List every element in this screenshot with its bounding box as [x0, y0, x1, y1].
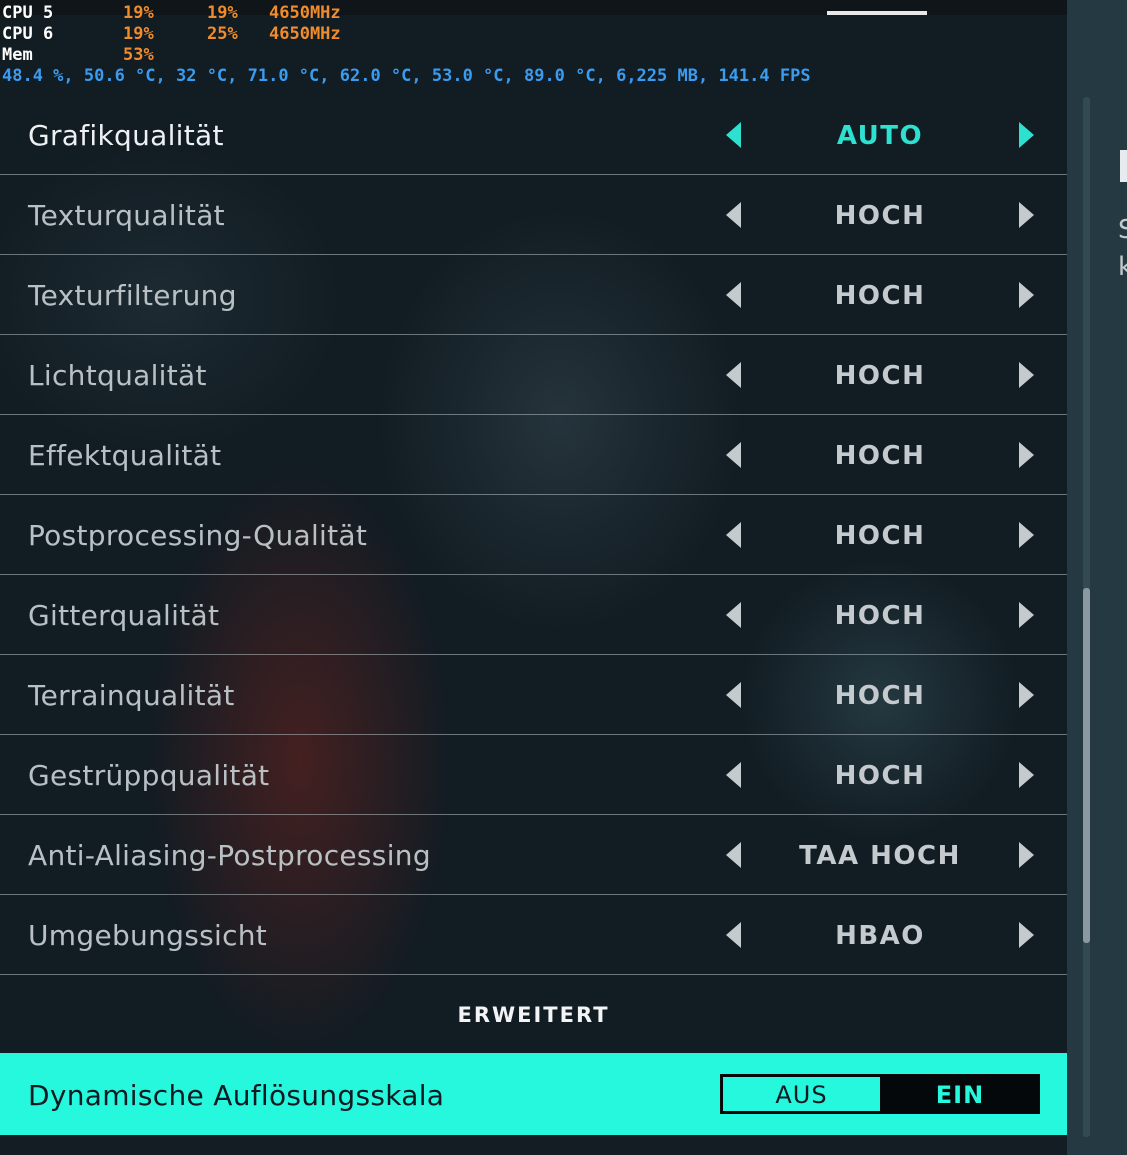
setting-row-anti-aliasing[interactable]: Anti-Aliasing-Postprocessing TAA HOCH [0, 815, 1067, 895]
toggle-option-on[interactable]: EIN [880, 1074, 1040, 1114]
setting-row-umgebungssicht[interactable]: Umgebungssicht HBAO [0, 895, 1067, 975]
setting-value: AUTO [836, 121, 924, 151]
caret-right-icon[interactable] [1019, 762, 1034, 788]
hud-value: 19% [123, 3, 154, 23]
hud-value: 53% [123, 45, 154, 65]
hud-label: CPU 6 [2, 24, 54, 44]
caret-right-icon[interactable] [1019, 682, 1034, 708]
setting-label: Lichtqualität [28, 359, 207, 392]
setting-value: HOCH [834, 441, 926, 471]
description-panel [1067, 0, 1127, 1155]
caret-right-icon[interactable] [1019, 442, 1034, 468]
setting-row-lichtqualitaet[interactable]: Lichtqualität HOCH [0, 335, 1067, 415]
setting-row-gestrueppqualitaet[interactable]: Gestrüppqualität HOCH [0, 735, 1067, 815]
hud-label: CPU 5 [2, 3, 54, 23]
panel-title-fragment [1120, 150, 1127, 182]
caret-right-icon[interactable] [1019, 362, 1034, 388]
caret-left-icon[interactable] [726, 602, 741, 628]
caret-right-icon[interactable] [1019, 522, 1034, 548]
hud-info-line: 48.4 %, 50.6 °C, 32 °C, 71.0 °C, 62.0 °C… [2, 66, 811, 86]
setting-label: Gestrüppqualität [28, 759, 270, 792]
caret-right-icon[interactable] [1019, 922, 1034, 948]
setting-label: Texturqualität [28, 199, 225, 232]
graphics-settings-list: Grafikqualität AUTO Texturqualität HOCH … [0, 95, 1067, 975]
panel-text-fragment: k [1118, 252, 1127, 282]
setting-row-postprocessing-qualitaet[interactable]: Postprocessing-Qualität HOCH [0, 495, 1067, 575]
bottom-strip [0, 1135, 1067, 1155]
caret-right-icon[interactable] [1019, 282, 1034, 308]
setting-value: HOCH [834, 521, 926, 551]
setting-value: HOCH [834, 281, 926, 311]
setting-row-dynamic-resolution[interactable]: Dynamische Auflösungsskala AUS EIN [0, 1053, 1067, 1135]
hud-value: 19% [123, 24, 154, 44]
toggle-option-off[interactable]: AUS [723, 1077, 880, 1111]
caret-left-icon[interactable] [726, 522, 741, 548]
setting-value: HOCH [834, 601, 926, 631]
caret-left-icon[interactable] [726, 762, 741, 788]
on-off-toggle[interactable]: AUS EIN [720, 1074, 1040, 1114]
setting-row-texturqualitaet[interactable]: Texturqualität HOCH [0, 175, 1067, 255]
setting-label: Effektqualität [28, 439, 222, 472]
hud-label: Mem [2, 45, 33, 65]
setting-row-texturfilterung[interactable]: Texturfilterung HOCH [0, 255, 1067, 335]
setting-value: HOCH [834, 201, 926, 231]
hud-value: 4650MHz [269, 24, 341, 44]
setting-value: TAA HOCH [799, 841, 961, 871]
caret-left-icon[interactable] [726, 202, 741, 228]
setting-label: Terrainqualität [28, 679, 235, 712]
caret-right-icon[interactable] [1019, 122, 1034, 148]
setting-label: Gitterqualität [28, 599, 220, 632]
caret-left-icon[interactable] [726, 362, 741, 388]
hud-value: 25% [207, 24, 238, 44]
performance-overlay: CPU 5 19% 19% 4650MHz CPU 6 19% 25% 4650… [0, 0, 1000, 95]
setting-value: HOCH [834, 361, 926, 391]
setting-label: Grafikqualität [28, 119, 224, 152]
setting-label: Anti-Aliasing-Postprocessing [28, 839, 431, 872]
caret-left-icon[interactable] [726, 122, 741, 148]
setting-label: Dynamische Auflösungsskala [28, 1079, 445, 1112]
setting-label: Texturfilterung [28, 279, 237, 312]
setting-row-effektqualitaet[interactable]: Effektqualität HOCH [0, 415, 1067, 495]
setting-value: HBAO [835, 921, 925, 951]
setting-value: HOCH [834, 681, 926, 711]
caret-left-icon[interactable] [726, 682, 741, 708]
caret-left-icon[interactable] [726, 282, 741, 308]
setting-label: Postprocessing-Qualität [28, 519, 368, 552]
caret-right-icon[interactable] [1019, 842, 1034, 868]
hud-value: 19% [207, 3, 238, 23]
caret-left-icon[interactable] [726, 842, 741, 868]
caret-right-icon[interactable] [1019, 202, 1034, 228]
setting-value: HOCH [834, 761, 926, 791]
scrollbar-thumb[interactable] [1083, 588, 1090, 943]
caret-left-icon[interactable] [726, 922, 741, 948]
hud-value: 4650MHz [269, 3, 341, 23]
setting-row-grafikqualitaet[interactable]: Grafikqualität AUTO [0, 95, 1067, 175]
caret-left-icon[interactable] [726, 442, 741, 468]
panel-text-fragment: S [1118, 215, 1127, 245]
setting-row-gitterqualitaet[interactable]: Gitterqualität HOCH [0, 575, 1067, 655]
setting-label: Umgebungssicht [28, 919, 268, 952]
caret-right-icon[interactable] [1019, 602, 1034, 628]
setting-row-terrainqualitaet[interactable]: Terrainqualität HOCH [0, 655, 1067, 735]
advanced-section-header: ERWEITERT [457, 1003, 610, 1027]
